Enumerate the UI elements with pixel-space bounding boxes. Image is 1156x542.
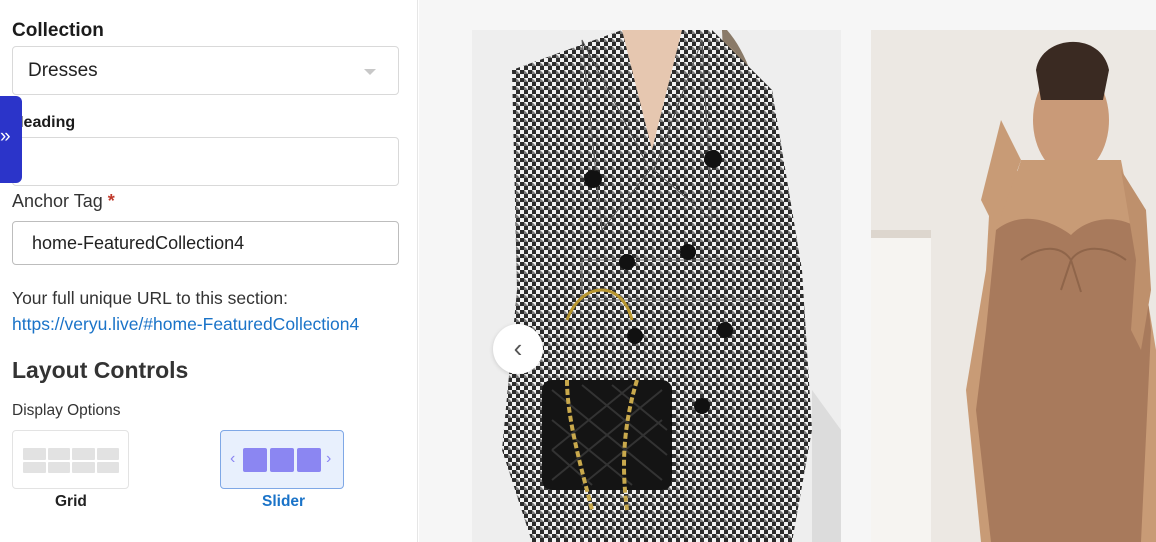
url-caption: Your full unique URL to this section: [12, 288, 288, 308]
anchor-tag-input[interactable]: home-FeaturedCollection4 [12, 221, 399, 265]
slider-right-arrow-icon: › [326, 450, 332, 467]
chevron-down-icon [364, 69, 376, 75]
anchor-tag-label-text: Anchor Tag [12, 191, 103, 211]
collection-select-value: Dresses [28, 60, 98, 81]
collection-select[interactable]: Dresses [12, 46, 399, 95]
collection-label: Collection [12, 20, 104, 41]
grid-option-button[interactable] [12, 430, 129, 489]
grid-layout-icon [23, 448, 119, 473]
section-url-link[interactable]: https://veryu.live/#home-FeaturedCollect… [12, 314, 359, 335]
product-image-1[interactable] [472, 30, 841, 542]
slider-option-button[interactable]: ‹ › [220, 430, 344, 489]
double-chevron-right-icon: » [0, 126, 11, 147]
settings-panel: Collection Dresses Heading Anchor Tag * … [0, 0, 418, 542]
slider-layout-icon [243, 448, 321, 472]
slider-option-label: Slider [262, 493, 306, 510]
collapse-panel-tab[interactable]: » [0, 96, 22, 183]
heading-input[interactable] [12, 137, 399, 186]
chevron-left-icon: ‹ [513, 333, 523, 363]
tan-cami-dress-photo [871, 30, 1156, 542]
required-marker: * [107, 191, 115, 211]
slider-left-arrow-icon: ‹ [230, 450, 236, 467]
slider-prev-button[interactable]: ‹ [493, 324, 543, 374]
display-options-label: Display Options [12, 402, 121, 419]
anchor-tag-label: Anchor Tag * [12, 191, 115, 212]
grid-option-label: Grid [55, 493, 87, 510]
product-image-2[interactable] [871, 30, 1156, 542]
anchor-tag-input-value: home-FeaturedCollection4 [32, 233, 245, 253]
houndstooth-blazer-dress-photo [472, 30, 841, 542]
layout-controls-title: Layout Controls [12, 357, 189, 383]
